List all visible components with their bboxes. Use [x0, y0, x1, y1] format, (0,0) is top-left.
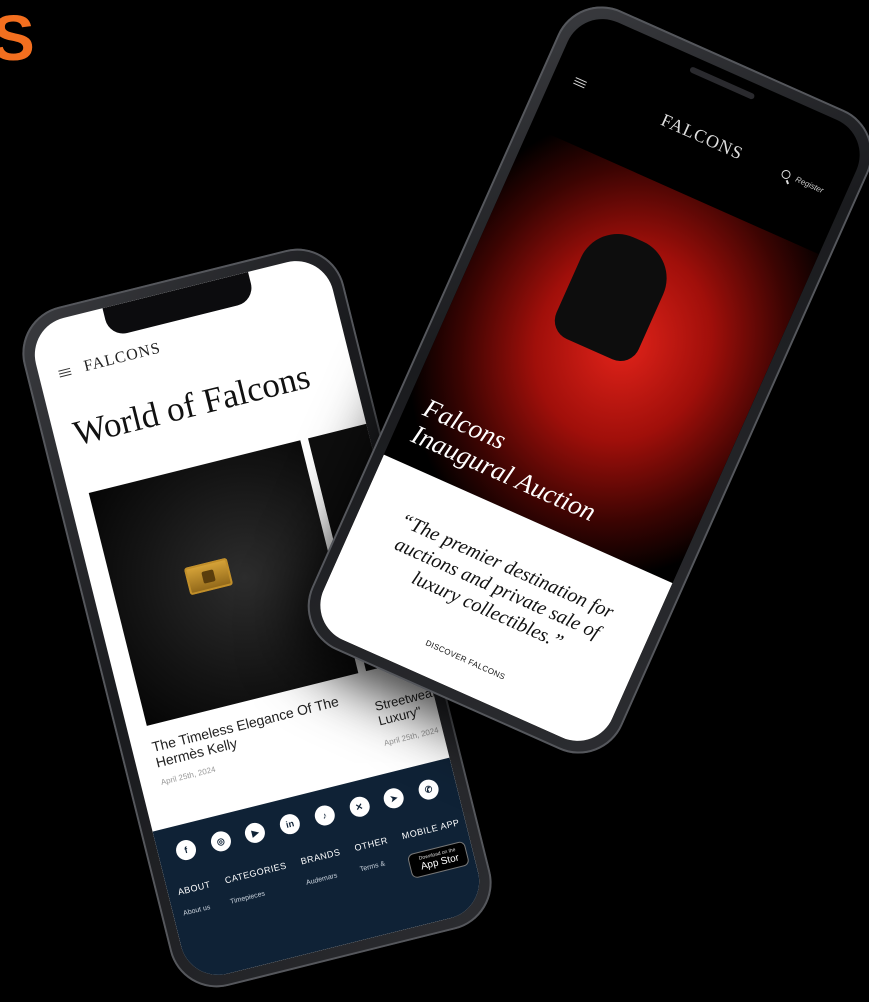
app-store-text: Download on the App Stor [418, 847, 460, 873]
phone-speaker [688, 66, 756, 101]
footer-heading: ABOUT [176, 879, 212, 898]
car-image-detail [548, 221, 680, 368]
instagram-icon[interactable]: ◎ [208, 829, 233, 854]
site-footer: f ◎ ▶ in ♪ ✕ ➤ ✆ ABOUT About us CATEGORI… [152, 757, 488, 983]
brand-logo[interactable]: FALCONS [82, 340, 163, 377]
footer-heading: OTHER [353, 835, 389, 854]
corner-letter: S [0, 2, 35, 74]
x-icon[interactable]: ✕ [347, 794, 372, 819]
footer-col-about: ABOUT About us [177, 879, 221, 935]
bag-clasp-image [183, 557, 234, 596]
tiktok-icon[interactable]: ♪ [312, 803, 337, 828]
search-icon[interactable] [780, 168, 793, 181]
youtube-icon[interactable]: ▶ [243, 820, 268, 845]
footer-col-brands: BRANDS Audemars [300, 847, 351, 904]
brand-logo[interactable]: FALCONS [658, 110, 746, 165]
right-phone-screen: FALCONS Register Falcons Inaugural Aucti… [308, 6, 869, 754]
footer-link[interactable]: Audemars [305, 870, 346, 887]
footer-heading: BRANDS [299, 846, 342, 867]
facebook-icon[interactable]: f [173, 837, 199, 863]
hamburger-menu-icon[interactable] [573, 77, 587, 89]
footer-col-categories: CATEGORIES Timepieces [224, 860, 297, 923]
footer-link[interactable]: About us [183, 903, 217, 917]
linkedin-icon[interactable]: in [277, 812, 303, 837]
header-actions: Register [780, 168, 825, 195]
footer-col-mobile-app: MOBILE APP Download on the App Stor [400, 817, 471, 880]
footer-link[interactable]: Terms & [359, 858, 394, 873]
register-link[interactable]: Register [794, 175, 825, 195]
app-store-button[interactable]: Download on the App Stor [406, 840, 471, 880]
footer-col-other: OTHER Terms & [353, 835, 398, 891]
right-phone: FALCONS Register Falcons Inaugural Aucti… [292, 0, 869, 769]
whatsapp-icon[interactable]: ✆ [416, 777, 441, 802]
footer-heading: CATEGORIES [223, 860, 288, 886]
article-date: April 25th, 2024 [383, 725, 440, 748]
footer-link[interactable]: Timepieces [230, 884, 293, 905]
telegram-icon[interactable]: ➤ [381, 786, 407, 811]
hamburger-menu-icon[interactable] [58, 367, 72, 378]
footer-heading: MOBILE APP [400, 817, 461, 842]
